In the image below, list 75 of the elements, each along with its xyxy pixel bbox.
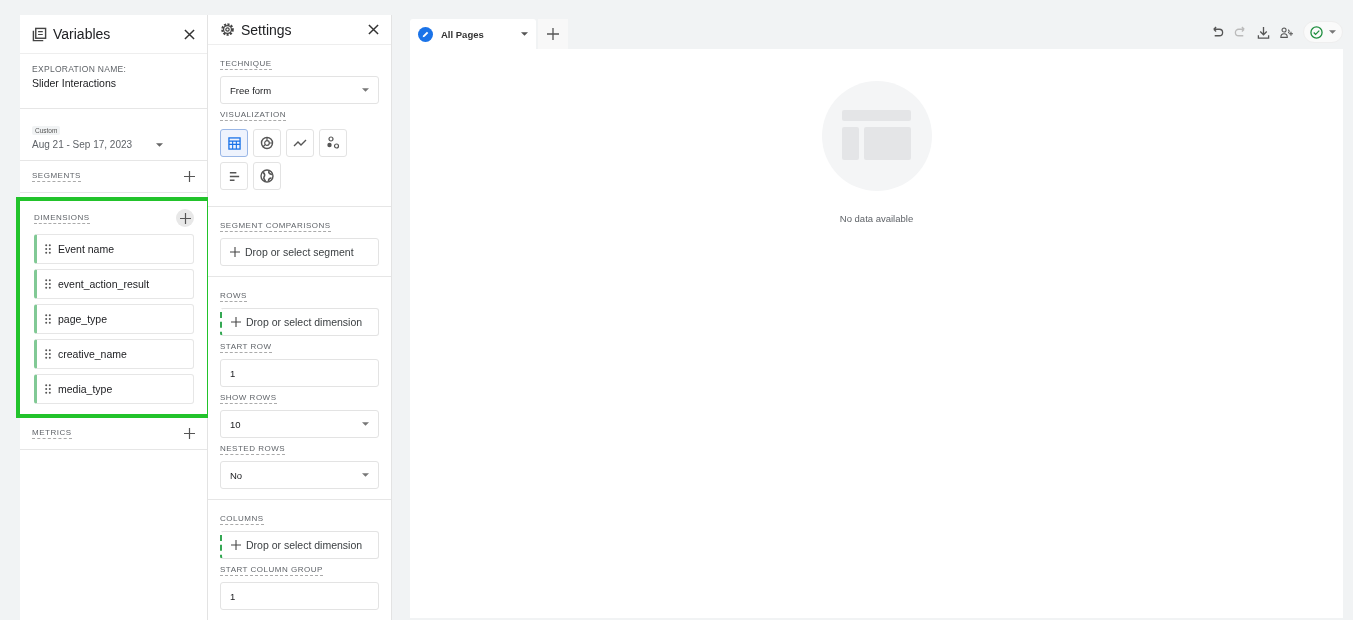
donut-chart-icon <box>260 136 274 150</box>
visualization-button[interactable] <box>220 129 248 157</box>
drop-zone[interactable]: Drop or select dimension <box>220 308 379 336</box>
dimension-name: media_type <box>58 383 113 395</box>
section-label: START COLUMN GROUP <box>220 565 323 576</box>
close-icon <box>368 24 379 35</box>
add-icon[interactable] <box>184 171 195 182</box>
empty-message: No data available <box>839 213 914 224</box>
check-circle-icon <box>1310 25 1323 39</box>
section-label: NESTED ROWS <box>220 444 286 455</box>
drop-zone[interactable]: Drop or select dimension <box>220 531 379 559</box>
caret-icon <box>362 473 369 477</box>
dimension-name: Event name <box>58 243 115 255</box>
drag-handle-icon[interactable] <box>45 384 51 394</box>
section-label: START ROW <box>220 342 272 353</box>
drop-zone[interactable]: Drop or select segment <box>220 238 379 266</box>
drag-handle-icon[interactable] <box>45 314 51 324</box>
caret-icon <box>156 142 164 147</box>
add-icon <box>547 28 559 40</box>
date-range-dropdown[interactable]: Aug 21 - Sep 17, 2023 <box>32 137 164 150</box>
add-icon <box>230 247 240 257</box>
dropdown[interactable]: 10 <box>220 410 379 438</box>
section-label: SEGMENT COMPARISONS <box>220 221 331 232</box>
exploration-name[interactable]: Slider Interactions <box>32 77 195 89</box>
section-label: DIMENSIONS <box>34 212 90 224</box>
field-label: EXPLORATION NAME: <box>32 64 128 74</box>
variables-icon <box>32 26 47 42</box>
add-icon <box>179 212 191 224</box>
dimension-chip[interactable]: page_type <box>34 304 194 334</box>
dropdown[interactable]: Free form <box>220 76 379 104</box>
section-label: SHOW ROWS <box>220 393 277 404</box>
caret-icon <box>521 32 528 36</box>
undo-icon[interactable] <box>1211 25 1224 39</box>
add-icon <box>231 540 241 550</box>
status-button[interactable] <box>1303 21 1343 43</box>
table-icon <box>227 136 241 150</box>
section-label: TECHNIQUE <box>220 59 272 70</box>
caret-icon <box>362 88 369 92</box>
pencil-icon <box>418 26 433 42</box>
scatter-plot-icon <box>326 136 340 150</box>
settings-icon <box>220 22 235 37</box>
drag-handle-icon[interactable] <box>45 244 51 254</box>
dimension-chip[interactable]: Event name <box>34 234 194 264</box>
dimension-name: event_action_result <box>58 278 150 290</box>
section-label: VISUALIZATION <box>220 110 286 121</box>
section-label: METRICS <box>32 428 72 439</box>
share-icon[interactable] <box>1280 25 1293 39</box>
section-label: ROWS <box>220 291 247 302</box>
add-tab-button[interactable] <box>538 19 568 49</box>
add-button[interactable] <box>176 209 194 227</box>
panel-title: Variables <box>53 26 112 42</box>
add-icon[interactable] <box>184 428 195 439</box>
add-icon <box>231 317 241 327</box>
download-icon[interactable] <box>1257 25 1270 39</box>
dropdown[interactable]: No <box>220 461 379 489</box>
drag-handle-icon[interactable] <box>45 349 51 359</box>
drag-handle-icon[interactable] <box>45 279 51 289</box>
caret-icon <box>1329 30 1336 34</box>
dimension-chip[interactable]: creative_name <box>34 339 194 369</box>
globe-icon <box>260 169 274 183</box>
close-icon <box>184 28 195 40</box>
dimension-chip[interactable]: event_action_result <box>34 269 194 299</box>
input-field[interactable]: 1 <box>220 582 379 610</box>
tab[interactable]: All Pages <box>410 19 536 49</box>
dimension-name: page_type <box>58 313 108 325</box>
panel-title: Settings <box>241 21 293 38</box>
input-field[interactable]: 1 <box>220 359 379 387</box>
close-button[interactable] <box>182 26 197 42</box>
dimension-chip[interactable]: media_type <box>34 374 194 404</box>
section-label: SEGMENTS <box>32 171 81 182</box>
bar-chart-icon <box>227 169 241 183</box>
dimension-name: creative_name <box>58 348 127 360</box>
close-button[interactable] <box>366 22 381 37</box>
section-label: COLUMNS <box>220 514 264 525</box>
caret-icon <box>362 422 369 426</box>
